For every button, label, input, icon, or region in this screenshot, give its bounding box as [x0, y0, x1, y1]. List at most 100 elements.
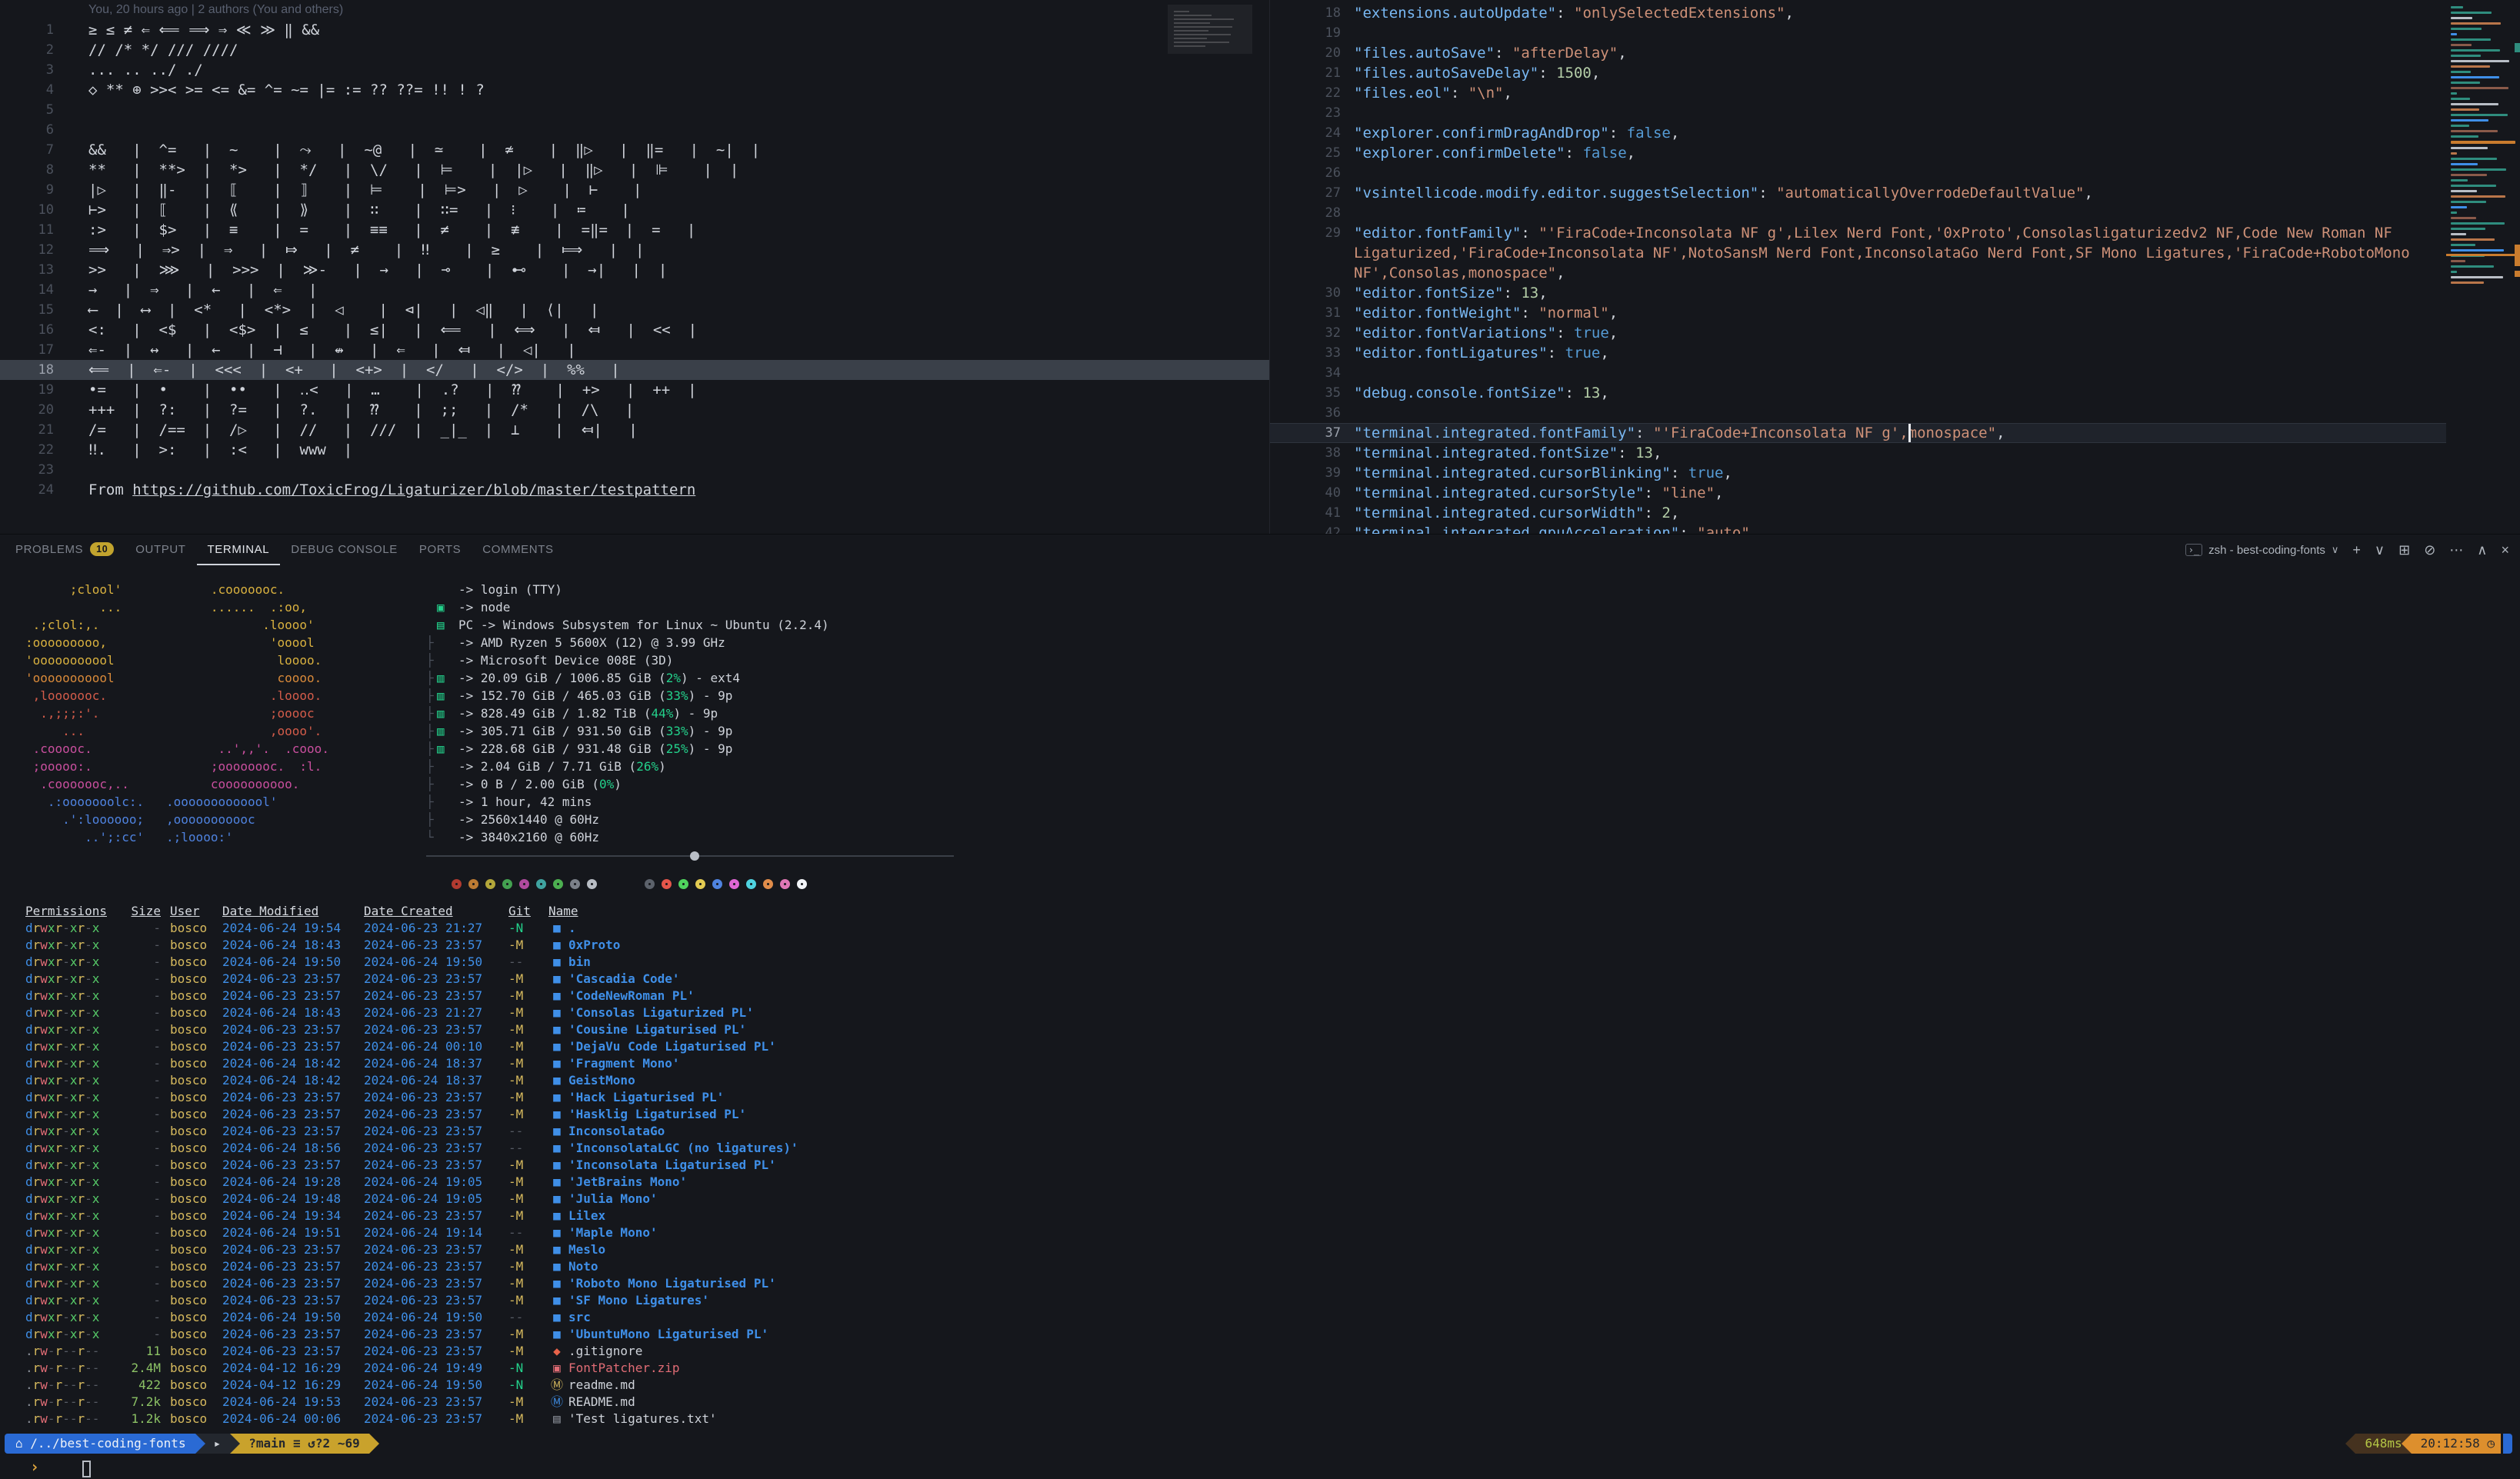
listing-row: drwxr-xr-x-bosco2024-06-24 19:482024-06-…	[25, 1191, 2520, 1208]
listing-row: drwxr-xr-x-bosco2024-06-23 23:572024-06-…	[25, 1123, 2520, 1140]
line-number: 29	[1270, 223, 1341, 243]
code-line[interactable]: 12⟹ | ⇒> | ⇒ | ⤇ | ≠ | ‼ | ≥ | ⟾ | |	[0, 240, 1269, 260]
code-line[interactable]: 23	[0, 460, 1269, 480]
code-line[interactable]: 19•= | • | •• | ‥< | … | .? | ⁇ | +> | +…	[0, 380, 1269, 400]
prompt-cap	[2503, 1434, 2512, 1454]
code-line[interactable]: 1≥ ≤ ≠ ⇐ ⟸ ⟹ ⇒ ≪ ≫ ‖ &&	[0, 20, 1269, 40]
listing-row: drwxr-xr-x-bosco2024-06-23 23:572024-06-…	[25, 1275, 2520, 1292]
code-line[interactable]: 20"files.autoSave": "afterDelay",	[1270, 43, 2446, 63]
fetch-info-line: ▤PC -> Windows Subsystem for Linux ~ Ubu…	[426, 616, 829, 634]
listing-row: drwxr-xr-x-bosco2024-06-23 23:572024-06-…	[25, 1326, 2520, 1343]
code-line[interactable]: 38"terminal.integrated.fontSize": 13,	[1270, 443, 2446, 463]
code-line[interactable]: 36	[1270, 403, 2446, 423]
listing-row: drwxr-xr-x-bosco2024-06-24 19:342024-06-…	[25, 1208, 2520, 1224]
minimap[interactable]	[2446, 0, 2520, 534]
code-line[interactable]: 7&& | ^= | ~ | ⤳ | ~@ | ≃ | ≄ | ‖▷ | ‖= …	[0, 140, 1269, 160]
terminal-output[interactable]: ;clool' .cooooooc. ... ...... .:oo, .;cl…	[0, 565, 2520, 1479]
code-line[interactable]: 13>> | ⋙ | >>> | ≫- | → | ⊸ | ⊷ | →| | |	[0, 260, 1269, 280]
panel-tab-terminal[interactable]: TERMINAL	[197, 535, 281, 565]
shell-prompt-input[interactable]: ›	[30, 1458, 2520, 1479]
code-line[interactable]: 3... .. ../ ./	[0, 60, 1269, 80]
fetch-info-line: ├▥-> 228.68 GiB / 931.48 GiB (25%) - 9p	[426, 740, 829, 758]
code-line[interactable]: 17⇐- | ↔ | ← | ⊣ | ↮ | ⇐ | ⤆ | ◁| |	[0, 340, 1269, 360]
code-line[interactable]: 32"editor.fontVariations": true,	[1270, 323, 2446, 343]
code-line[interactable]: 41"terminal.integrated.cursorWidth": 2,	[1270, 503, 2446, 523]
terminal-color-dots	[452, 874, 2520, 894]
color-dot	[452, 879, 462, 889]
close-panel-button[interactable]: ×	[2501, 543, 2509, 557]
code-line[interactable]: 22‼. | >: | :< | www |	[0, 440, 1269, 460]
panel-tab-problems[interactable]: PROBLEMS10	[5, 535, 125, 565]
code-line[interactable]: 28	[1270, 203, 2446, 223]
fetch-info-line: ├-> 2560x1440 @ 60Hz	[426, 811, 829, 828]
fetch-block: ;clool' .cooooooc. ... ...... .:oo, .;cl…	[25, 581, 2520, 846]
fetch-info-line: ├▥-> 152.70 GiB / 465.03 GiB (33%) - 9p	[426, 687, 829, 705]
code-line[interactable]: 33"editor.fontLigatures": true,	[1270, 343, 2446, 363]
code-line[interactable]: 20+++ | ?: | ?= | ?. | ⁇ | ;; | /* | /\ …	[0, 400, 1269, 420]
code-line[interactable]: 14→ | ⇒ | ← | ⇐ |	[0, 280, 1269, 300]
code-line[interactable]: 23	[1270, 103, 2446, 123]
kill-terminal-button[interactable]: ⊘	[2424, 543, 2435, 557]
code-line[interactable]: 25"explorer.confirmDelete": false,	[1270, 143, 2446, 163]
terminal-profile-select[interactable]: ›_ zsh - best-coding-fonts ∨	[2185, 544, 2339, 557]
prompt-arrow-icon: ›	[30, 1457, 39, 1476]
more-actions-button[interactable]: ⋯	[2449, 543, 2463, 557]
maximize-panel-button[interactable]: ∧	[2477, 543, 2487, 557]
code-line[interactable]: 39"terminal.integrated.cursorBlinking": …	[1270, 463, 2446, 483]
testpattern-link[interactable]: https://github.com/ToxicFrog/Ligaturizer…	[132, 481, 695, 498]
code-line[interactable]: 18"extensions.autoUpdate": "onlySelected…	[1270, 3, 2446, 23]
code-line[interactable]: 18⟸ | ⇐- | <<< | <+ | <+> | </ | </> | %…	[0, 360, 1269, 380]
editor-pane-left[interactable]: You, 20 hours ago | 2 authors (You and o…	[0, 0, 1270, 534]
line-number: 21	[1270, 63, 1341, 83]
code-line[interactable]: 37"terminal.integrated.fontFamily": "'Fi…	[1270, 423, 2446, 443]
code-line[interactable]: 4◇ ** ⊕ >>< >= <= &= ^= ~= |= := ?? ??= …	[0, 80, 1269, 100]
code-line[interactable]: 2// /* */ /// ////	[0, 40, 1269, 60]
file-icon: Ⓜ	[548, 1394, 565, 1411]
listing-row: drwxr-xr-x-bosco2024-06-23 23:572024-06-…	[25, 1038, 2520, 1055]
split-terminal-button[interactable]: ⊞	[2398, 543, 2410, 557]
code-line[interactable]: 22"files.eol": "\n",	[1270, 83, 2446, 103]
code-line[interactable]: 6	[0, 120, 1269, 140]
line-number: 33	[1270, 343, 1341, 363]
code-line[interactable]: 8** | **> | *> | */ | \/ | ⊨ | |▷ | ‖▷ |…	[0, 160, 1269, 180]
folder-icon: ■	[548, 1224, 565, 1241]
file-icon: ▣	[548, 1360, 565, 1377]
code-line[interactable]: 15⟵ | ⟷ | <* | <*> | ◁ | ⊲| | ◁‖ | ⟨| |	[0, 300, 1269, 320]
code-line[interactable]: 10⊢> | ⟦ | ⟪ | ⟫ | ∷ | ∷= | ⁝ | ≔ |	[0, 200, 1269, 220]
code-line[interactable]: 21/= | /== | /▷ | // | /// | _|_ | ⊥ | ⤆…	[0, 420, 1269, 440]
editor-group: You, 20 hours ago | 2 authors (You and o…	[0, 0, 2520, 534]
folder-icon: ■	[548, 1123, 565, 1140]
code-line[interactable]: 19	[1270, 23, 2446, 43]
editor-pane-right[interactable]: 18"extensions.autoUpdate": "onlySelected…	[1270, 0, 2446, 534]
code-line[interactable]: 11:> | $> | ≡ | = | ≡≡ | ≠ | ≢ | =‖= | =…	[0, 220, 1269, 240]
code-line[interactable]: 31"editor.fontWeight": "normal",	[1270, 303, 2446, 323]
code-line[interactable]: 40"terminal.integrated.cursorStyle": "li…	[1270, 483, 2446, 503]
code-line[interactable]: 30"editor.fontSize": 13,	[1270, 283, 2446, 303]
code-line[interactable]: 21"files.autoSaveDelay": 1500,	[1270, 63, 2446, 83]
panel-tab-ports[interactable]: PORTS	[408, 535, 472, 565]
code-line[interactable]: 27"vsintellicode.modify.editor.suggestSe…	[1270, 183, 2446, 203]
panel-tab-debug-console[interactable]: DEBUG CONSOLE	[280, 535, 408, 565]
code-line[interactable]: 42"terminal.integrated.gpuAcceleration":…	[1270, 523, 2446, 534]
code-line[interactable]: 24"explorer.confirmDragAndDrop": false,	[1270, 123, 2446, 143]
listing-row: drwxr-xr-x-bosco2024-06-23 23:572024-06-…	[25, 1258, 2520, 1275]
fetch-info-line: ├-> AMD Ryzen 5 5600X (12) @ 3.99 GHz	[426, 634, 829, 651]
code-line[interactable]: 26	[1270, 163, 2446, 183]
code-line[interactable]: 5	[0, 100, 1269, 120]
code-line[interactable]: 34	[1270, 363, 2446, 383]
left-minimap[interactable]	[1168, 5, 1252, 54]
panel-tab-output[interactable]: OUTPUT	[125, 535, 196, 565]
new-terminal-button[interactable]: +	[2352, 543, 2361, 557]
terminal-profile-dropdown[interactable]: ∨	[2375, 543, 2385, 557]
code-line[interactable]: 9|▷ | ‖- | ⟦ | ⟧ | ⊨ | ⊨> | ▷ | ⊢ |	[0, 180, 1269, 200]
line-number: 22	[0, 440, 54, 460]
code-line[interactable]: 29"editor.fontFamily": "'FiraCode+Incons…	[1270, 223, 2446, 283]
prompt-path-segment: ⌂ /../best-coding-fonts	[5, 1434, 195, 1454]
code-line[interactable]: 16<: | <$ | <$> | ≤ | ≤| | ⟸ | ⟺ | ⤆ | <…	[0, 320, 1269, 340]
panel-header: PROBLEMS10OUTPUTTERMINALDEBUG CONSOLEPOR…	[0, 535, 2520, 565]
code-line[interactable]: 35"debug.console.fontSize": 13,	[1270, 383, 2446, 403]
line-number: 38	[1270, 443, 1341, 463]
code-line[interactable]: 24From https://github.com/ToxicFrog/Liga…	[0, 480, 1269, 500]
folder-icon: ■	[548, 1157, 565, 1174]
panel-tab-comments[interactable]: COMMENTS	[472, 535, 564, 565]
